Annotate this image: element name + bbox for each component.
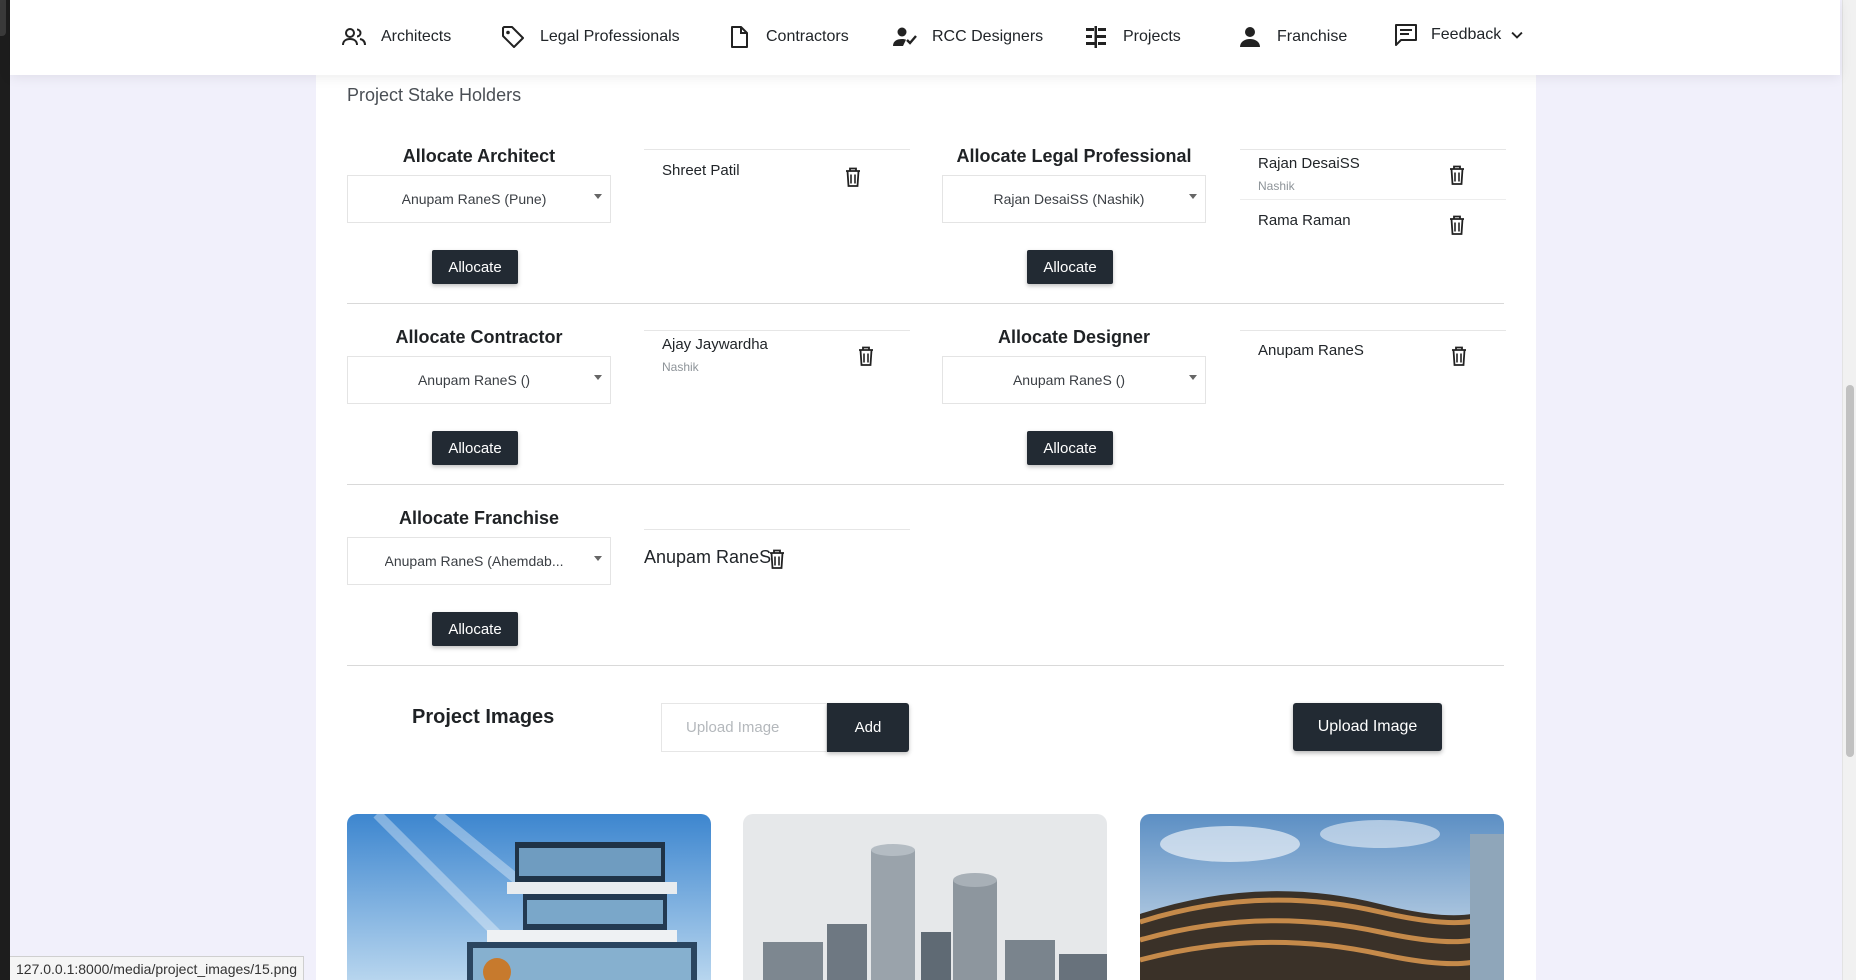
- building-photo-2: [743, 814, 1107, 980]
- architect-allocate-button[interactable]: Allocate: [432, 250, 518, 284]
- list-item: Ajay Jaywardha Nashik: [644, 331, 910, 381]
- feedback-icon: [1395, 24, 1417, 46]
- allocated-name: Shreet Patil: [662, 162, 740, 179]
- legal-title: Allocate Legal Professional: [956, 146, 1192, 166]
- section-title: Project Stake Holders: [347, 85, 522, 105]
- page-scrollbar[interactable]: [1842, 0, 1856, 980]
- upload-image-input[interactable]: Upload Image: [661, 703, 827, 752]
- allocated-city: Nashik: [662, 360, 699, 374]
- row-divider: [347, 484, 1504, 485]
- project-image-2[interactable]: [743, 814, 1107, 980]
- designer-allocate-button[interactable]: Allocate: [1027, 431, 1113, 465]
- legal-allocated-list: Rajan DesaiSS Nashik Rama Raman: [1240, 149, 1506, 244]
- add-image-button[interactable]: Add: [827, 703, 909, 752]
- nav-franchise[interactable]: Franchise: [1237, 24, 1347, 50]
- contractor-title: Allocate Contractor: [395, 327, 563, 347]
- contractor-select[interactable]: Anupam RaneS (): [347, 356, 611, 404]
- nav-architects[interactable]: Architects: [341, 24, 451, 50]
- chevron-down-icon: [1511, 31, 1523, 39]
- caret-down-icon: [594, 194, 602, 199]
- architect-title: Allocate Architect: [402, 146, 556, 166]
- project-image-3[interactable]: [1140, 814, 1504, 980]
- list-item: Rajan DesaiSS Nashik: [1240, 150, 1506, 200]
- building-photo-1: [347, 814, 711, 980]
- legal-allocate-button[interactable]: Allocate: [1027, 250, 1113, 284]
- nav-architects-label: Architects: [381, 28, 452, 45]
- nav-feedback-dropdown[interactable]: Feedback: [1393, 22, 1525, 48]
- nav-rcc-label: RCC Designers: [932, 28, 1044, 45]
- upload-image-button[interactable]: Upload Image: [1293, 703, 1442, 751]
- trash-icon[interactable]: [768, 548, 786, 570]
- building-photo-3: [1140, 814, 1504, 980]
- allocated-name: Rajan DesaiSS: [1258, 155, 1360, 172]
- nav-contractors[interactable]: Contractors: [726, 24, 849, 50]
- architect-select-value: Anupam RaneS (Pune): [401, 191, 547, 207]
- legal-select-value: Rajan DesaiSS (Nashik): [993, 191, 1145, 207]
- contractor-allocate-button[interactable]: Allocate: [432, 431, 518, 465]
- tag-icon: [502, 26, 524, 48]
- top-navbar: Architects Legal Professionals Contracto…: [10, 0, 1840, 75]
- list-item: Anupam RaneS: [644, 530, 910, 580]
- project-image-1[interactable]: [347, 814, 711, 980]
- caret-down-icon: [1189, 194, 1197, 199]
- nav-rcc-designers[interactable]: RCC Designers: [892, 24, 1043, 50]
- franchise-select[interactable]: Anupam RaneS (Ahemdab...: [347, 537, 611, 585]
- contractor-select-value: Anupam RaneS (): [417, 372, 531, 388]
- nav-franchise-label: Franchise: [1277, 28, 1348, 45]
- designer-title: Allocate Designer: [997, 327, 1151, 347]
- list-item: Rama Raman: [1240, 200, 1506, 244]
- trash-icon[interactable]: [844, 166, 862, 188]
- trash-icon[interactable]: [1448, 164, 1466, 186]
- nav-feedback-label: Feedback: [1431, 26, 1502, 43]
- person-icon: [1240, 27, 1260, 47]
- trash-icon[interactable]: [1448, 214, 1466, 236]
- allocated-name: Anupam RaneS: [644, 547, 772, 567]
- caret-down-icon: [594, 375, 602, 380]
- scrollbar-thumb[interactable]: [1846, 385, 1854, 757]
- architect-select[interactable]: Anupam RaneS (Pune): [347, 175, 611, 223]
- contractor-allocated-list: Ajay Jaywardha Nashik: [644, 330, 910, 381]
- nav-legal-label: Legal Professionals: [540, 28, 680, 45]
- people-icon: [342, 28, 366, 46]
- project-images-title: Project Images: [412, 706, 555, 728]
- list-item: Shreet Patil: [644, 150, 910, 200]
- allocated-name: Rama Raman: [1258, 212, 1351, 229]
- nav-projects[interactable]: Projects: [1083, 24, 1181, 50]
- project-tree-icon: [1086, 26, 1106, 48]
- franchise-select-value: Anupam RaneS (Ahemdab...: [384, 553, 564, 569]
- document-icon: [731, 26, 748, 48]
- allocated-name: Anupam RaneS: [1258, 342, 1364, 359]
- person-check-icon: [893, 27, 917, 46]
- franchise-allocate-button[interactable]: Allocate: [432, 612, 518, 646]
- link-status-bar: 127.0.0.1:8000/media/project_images/15.p…: [10, 956, 304, 980]
- row-divider: [347, 665, 1504, 666]
- designer-select[interactable]: Anupam RaneS (): [942, 356, 1206, 404]
- designer-allocated-list: Anupam RaneS: [1240, 330, 1506, 381]
- window-edge-handle: [0, 0, 6, 36]
- legal-select[interactable]: Rajan DesaiSS (Nashik): [942, 175, 1206, 223]
- designer-select-value: Anupam RaneS (): [1012, 372, 1126, 388]
- caret-down-icon: [1189, 375, 1197, 380]
- caret-down-icon: [594, 556, 602, 561]
- nav-projects-label: Projects: [1123, 28, 1181, 45]
- franchise-title: Allocate Franchise: [398, 508, 560, 528]
- nav-legal-professionals[interactable]: Legal Professionals: [500, 24, 680, 50]
- row-divider: [347, 303, 1504, 304]
- list-item: Anupam RaneS: [1240, 331, 1506, 381]
- window-edge: [0, 0, 10, 980]
- nav-contractors-label: Contractors: [766, 28, 849, 45]
- trash-icon[interactable]: [857, 345, 875, 367]
- trash-icon[interactable]: [1450, 345, 1468, 367]
- allocated-name: Ajay Jaywardha: [662, 336, 768, 353]
- architect-allocated-list: Shreet Patil: [644, 149, 910, 200]
- allocated-city: Nashik: [1258, 179, 1295, 193]
- franchise-allocated-list: Anupam RaneS: [644, 529, 910, 580]
